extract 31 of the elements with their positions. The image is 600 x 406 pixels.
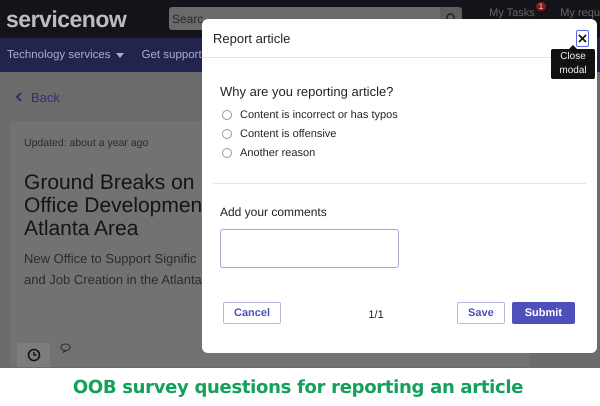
- page-counter: 1/1: [368, 309, 384, 321]
- close-icon: [578, 34, 587, 42]
- caption-text: OOB survey questions for reporting an article: [72, 376, 524, 398]
- history-tab[interactable]: [17, 343, 50, 367]
- close-button[interactable]: [576, 30, 589, 46]
- radio-button[interactable]: [222, 148, 232, 158]
- comment-icon: [60, 343, 71, 353]
- submit-button[interactable]: Submit: [512, 302, 575, 324]
- updated-text: Updated: about a year ago: [24, 137, 150, 149]
- radio-button[interactable]: [222, 110, 232, 120]
- comments-field[interactable]: [220, 229, 399, 268]
- modal-title: Report article: [213, 30, 290, 46]
- clock-icon: [26, 348, 40, 362]
- save-button[interactable]: Save: [457, 302, 505, 324]
- count-badge: 1: [536, 2, 546, 11]
- article-title: Office Developmen: [24, 194, 202, 217]
- logo[interactable]: servicenow: [6, 6, 156, 32]
- field-label: Add your comments: [220, 205, 328, 219]
- nav-link[interactable]: Get support: [142, 49, 202, 61]
- chevron-left-icon: [15, 92, 22, 102]
- option-label: Content is incorrect or has typos: [240, 108, 398, 120]
- option-label: Another reason: [240, 146, 316, 158]
- nav-link[interactable]: Technology services: [7, 49, 124, 61]
- article-subtitle: New Office to Support Signific: [24, 250, 196, 268]
- article-title: Atlanta Area: [24, 217, 138, 240]
- option-label: Content is offensive: [240, 128, 336, 140]
- cancel-button[interactable]: Cancel: [223, 302, 282, 324]
- radio-button[interactable]: [222, 128, 232, 138]
- question-text: Why are you reporting article?: [220, 84, 394, 99]
- article-subtitle: and Job Creation in the Atlanta: [24, 271, 202, 289]
- article-title: Ground Breaks on: [24, 171, 194, 194]
